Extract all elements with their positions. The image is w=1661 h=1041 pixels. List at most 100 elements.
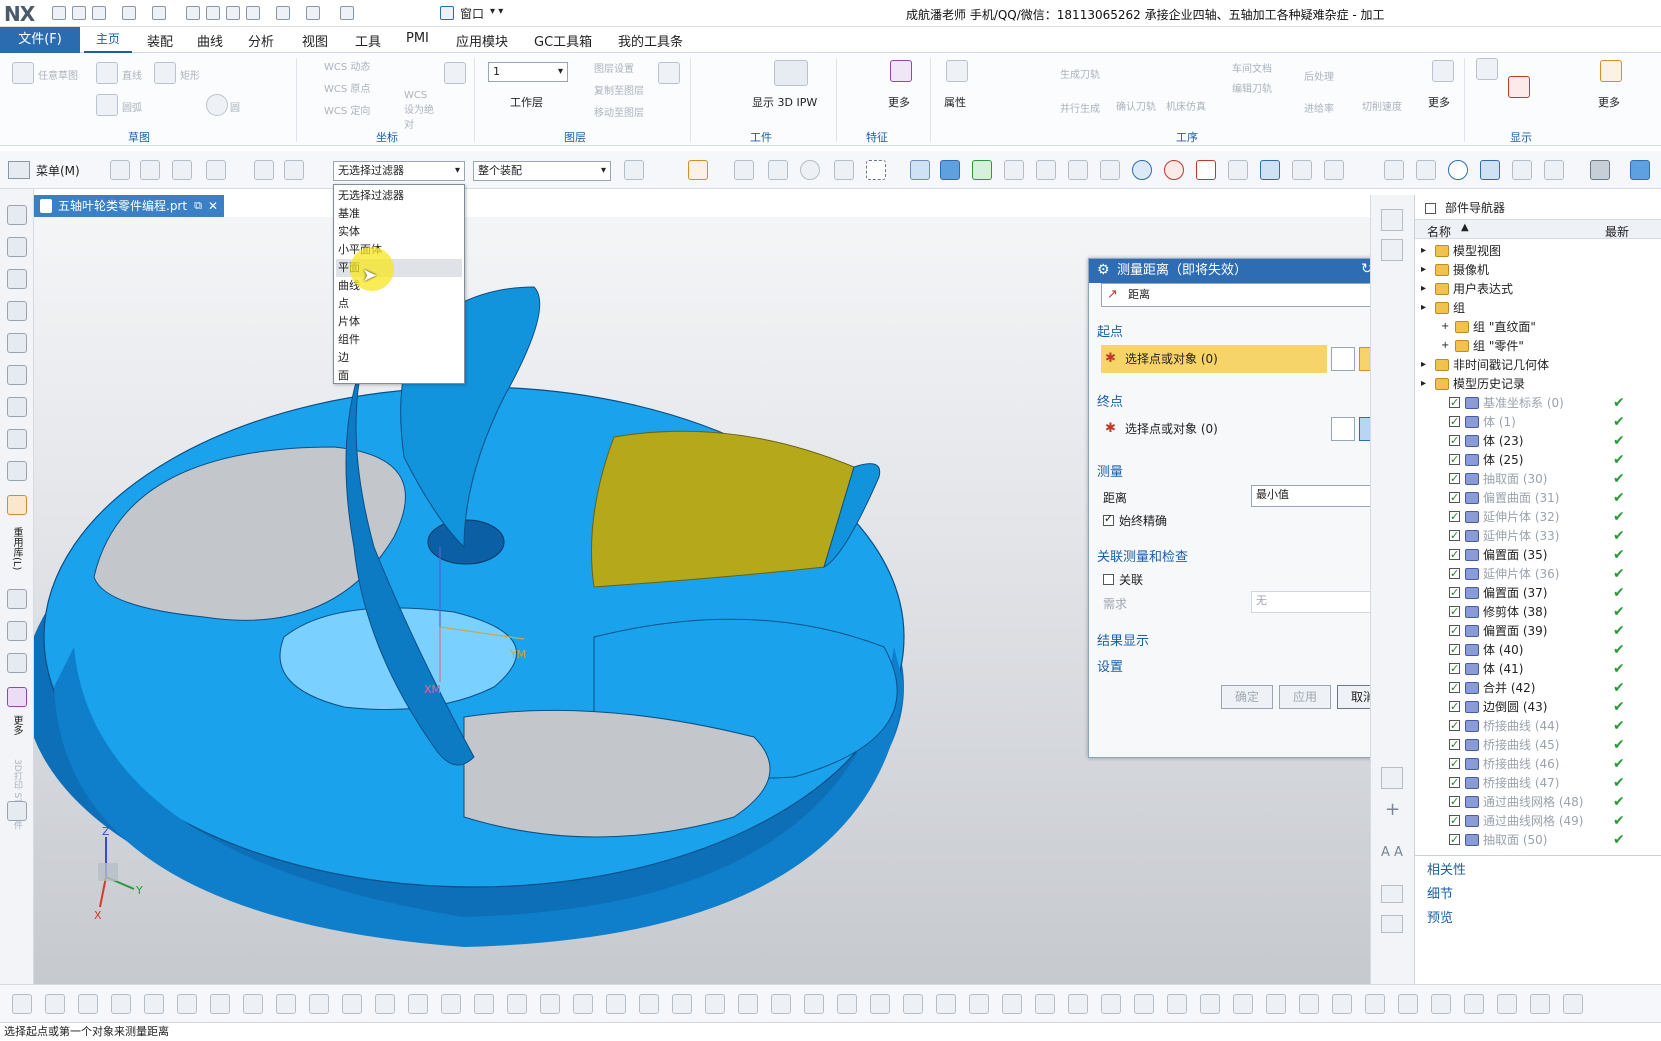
feature-visibility-checkbox[interactable]: ✓ (1449, 586, 1460, 599)
always-precise-checkbox[interactable]: ✓ (1103, 512, 1114, 526)
display-icon[interactable] (1476, 58, 1498, 80)
switch-window-icon[interactable] (340, 6, 354, 20)
curve-tool-icon[interactable] (672, 994, 692, 1014)
navigator-row[interactable]: ✓ 基准坐标系 (0) ✔ (1415, 393, 1661, 413)
parallel-generate-label[interactable]: 并行生成 (1060, 100, 1100, 115)
plus-icon[interactable]: + (1385, 799, 1400, 820)
menu-icon[interactable] (8, 161, 30, 179)
navigator-row[interactable]: ▸ 非时间戳记几何体 (1415, 355, 1661, 375)
machine-tool-nav-icon[interactable] (7, 589, 27, 609)
history-icon[interactable] (7, 397, 27, 417)
filter-option[interactable]: 实体 (336, 223, 462, 241)
work-layer-select[interactable]: 1 (488, 62, 568, 82)
tool-icon[interactable] (1381, 915, 1403, 933)
window-icon[interactable] (440, 6, 454, 20)
navigator-row[interactable]: ✓ 边倒圆 (43) ✔ (1415, 697, 1661, 717)
filter-option[interactable]: 基准 (336, 205, 462, 223)
display-more-label[interactable]: 更多 (1598, 94, 1620, 110)
curve-tool-icon[interactable] (1365, 994, 1385, 1014)
snap-tool-icon[interactable] (768, 160, 788, 180)
document-tab[interactable]: 五轴叶轮类零件编程.prt ⧉ ✕ (34, 195, 224, 217)
color-icon[interactable] (1508, 76, 1530, 98)
copy-to-layer-label[interactable]: 复制至图层 (594, 82, 644, 97)
ok-button[interactable]: 确定 (1221, 685, 1273, 709)
select-all-icon[interactable] (688, 160, 708, 180)
navigator-row[interactable]: + 组 "直纹面" (1415, 317, 1661, 337)
file-tab[interactable]: 文件(F) (0, 27, 80, 53)
settings-section[interactable]: 设置▼ (1097, 656, 1403, 675)
fit-view-icon[interactable] (1544, 160, 1564, 180)
curve-tool-icon[interactable] (12, 994, 32, 1014)
geometry-view-icon[interactable] (7, 653, 27, 673)
operation-more-label[interactable]: 更多 (1428, 94, 1450, 110)
tab-applications[interactable]: 应用模块 (456, 31, 508, 50)
expand-icon[interactable]: ▸ (1421, 374, 1426, 394)
shop-doc-label[interactable]: 车间文档 (1232, 60, 1272, 75)
feature-visibility-checkbox[interactable]: ✓ (1449, 757, 1460, 770)
curve-tool-icon[interactable] (1332, 994, 1352, 1014)
navigator-row[interactable]: ✓ 延伸片体 (36) ✔ (1415, 564, 1661, 584)
attributes-icon[interactable] (946, 60, 968, 82)
copy-icon[interactable] (206, 6, 220, 20)
curve-tool-icon[interactable] (771, 994, 791, 1014)
layer-settings-label[interactable]: 图层设置 (594, 60, 634, 75)
move-to-layer-label[interactable]: 移动至图层 (594, 104, 644, 119)
curve-tool-icon[interactable] (1398, 994, 1418, 1014)
curve-tool-icon[interactable] (1035, 994, 1055, 1014)
navigator-row[interactable]: ✓ 延伸片体 (33) ✔ (1415, 526, 1661, 546)
hatch-tool-icon[interactable] (1381, 767, 1403, 789)
curve-point-icon[interactable] (1068, 160, 1088, 180)
navigator-row[interactable]: ✓ 通过曲线网格 (48) ✔ (1415, 792, 1661, 812)
feature-visibility-checkbox[interactable]: ✓ (1449, 624, 1460, 637)
quadrant-point-icon[interactable] (1164, 160, 1184, 180)
dependencies-panel[interactable]: 相关性 (1427, 859, 1466, 878)
cut-icon[interactable] (186, 6, 200, 20)
tab-home[interactable]: 主页 (84, 27, 132, 53)
curve-tool-icon[interactable] (1464, 994, 1484, 1014)
tab-curve[interactable]: 曲线 (197, 31, 223, 50)
feature-visibility-checkbox[interactable]: ✓ (1449, 814, 1460, 827)
curve-tool-icon[interactable] (936, 994, 956, 1014)
expand-icon[interactable]: + (1441, 336, 1449, 356)
start-point-section[interactable]: 起点▲ (1097, 321, 1403, 340)
bounded-grid-icon[interactable] (1292, 160, 1312, 180)
curve-tool-icon[interactable] (1002, 994, 1022, 1014)
latest-column-header[interactable]: 最新 (1605, 223, 1629, 240)
more-label[interactable]: 更多 (8, 715, 24, 735)
shaded-view-icon[interactable] (940, 160, 960, 180)
expand-icon[interactable]: ▸ (1421, 260, 1426, 280)
feature-icon[interactable] (890, 60, 912, 82)
paste-icon[interactable] (226, 6, 240, 20)
expand-icon[interactable]: ▸ (1421, 298, 1426, 318)
expand-icon[interactable]: + (1441, 317, 1449, 337)
navigator-row[interactable]: ✓ 桥接曲线 (44) ✔ (1415, 716, 1661, 736)
navigator-row[interactable]: ✓ 桥接曲线 (45) ✔ (1415, 735, 1661, 755)
view-tool-icon[interactable] (1384, 160, 1404, 180)
snap-tool-icon[interactable] (734, 160, 754, 180)
feature-visibility-checkbox[interactable]: ✓ (1449, 662, 1460, 675)
feature-visibility-checkbox[interactable]: ✓ (1449, 510, 1460, 523)
feature-visibility-checkbox[interactable]: ✓ (1449, 491, 1460, 504)
assembly-tool-icon[interactable] (254, 160, 274, 180)
layer-stack-icon[interactable] (658, 62, 680, 84)
curve-tool-icon[interactable] (1167, 994, 1187, 1014)
curve-tool-icon[interactable] (1068, 994, 1088, 1014)
associative-checkbox[interactable] (1103, 574, 1114, 585)
curve-tool-icon[interactable] (573, 994, 593, 1014)
stl-export-icon[interactable] (7, 801, 27, 821)
wcs-orient-label[interactable]: WCS 定向 (324, 102, 370, 117)
curve-tool-icon[interactable] (1200, 994, 1220, 1014)
navigator-row[interactable]: ▸ 组 (1415, 298, 1661, 318)
curve-tool-icon[interactable] (903, 994, 923, 1014)
sync-icon[interactable] (7, 687, 27, 707)
constraint-nav-icon[interactable] (7, 237, 27, 257)
close-tab-icon[interactable]: ✕ (208, 195, 218, 217)
navigator-row[interactable]: ▸ 用户表达式 (1415, 279, 1661, 299)
assembly-tool-icon[interactable] (110, 160, 130, 180)
navigator-row[interactable]: ✓ 桥接曲线 (46) ✔ (1415, 754, 1661, 774)
assembly-nav-icon[interactable] (7, 205, 27, 225)
navigator-row[interactable]: ✓ 体 (23) ✔ (1415, 431, 1661, 451)
curve-tool-icon[interactable] (210, 994, 230, 1014)
feature-visibility-checkbox[interactable]: ✓ (1449, 643, 1460, 656)
curve-tool-icon[interactable] (408, 994, 428, 1014)
